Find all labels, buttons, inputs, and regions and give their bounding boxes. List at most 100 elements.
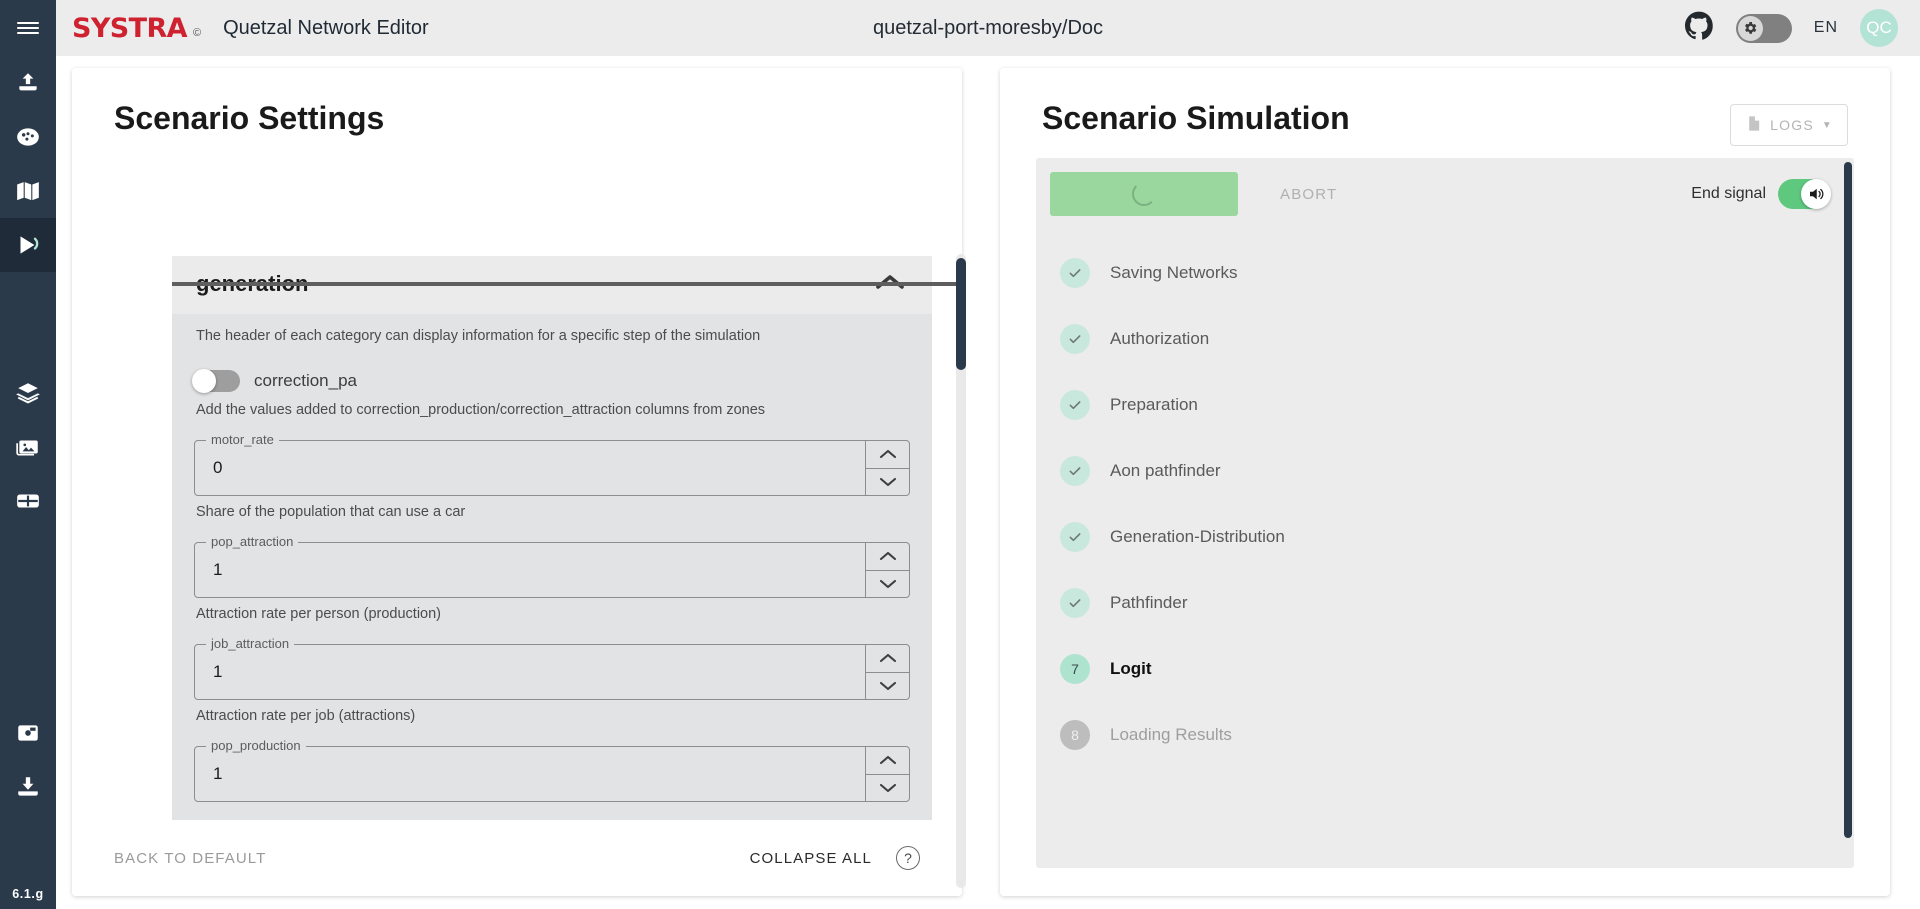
field-block-pop-attraction: pop_attraction 1 Attraction rate per per… [194, 534, 910, 622]
step-row[interactable]: 7 Logit [1060, 636, 1854, 702]
field-value[interactable]: 1 [195, 747, 865, 801]
stepper [865, 645, 909, 699]
sidebar-item-layers[interactable] [0, 366, 56, 420]
hamburger-icon [17, 31, 39, 35]
field-block-motor-rate: motor_rate 0 Share of the population tha… [194, 432, 910, 520]
field-block-job-attraction: job_attraction 1 Attraction rate per job… [194, 636, 910, 724]
sidebar-item-download[interactable] [0, 760, 56, 814]
step-label: Saving Networks [1110, 263, 1238, 282]
section-divider [172, 282, 962, 286]
back-to-default-button[interactable]: BACK TO DEFAULT [114, 850, 266, 867]
header-actions: EN QC [1684, 9, 1898, 47]
settings-scrollbar-thumb[interactable] [956, 258, 966, 370]
correction-pa-toggle[interactable] [192, 369, 240, 393]
field-value[interactable]: 1 [195, 645, 865, 699]
footer-right-actions: COLLAPSE ALL ? [750, 846, 920, 870]
spinner-icon [1132, 182, 1156, 206]
top-header: SYSTRA © Quetzal Network Editor quetzal-… [56, 0, 1920, 56]
menu-button[interactable] [0, 0, 56, 56]
step-row[interactable]: Preparation [1060, 372, 1854, 438]
decrement-button[interactable] [866, 467, 909, 496]
left-sidebar: 6.1.g [0, 0, 56, 909]
step-status-done-icon [1060, 588, 1090, 618]
field-motor-rate[interactable]: motor_rate 0 [194, 432, 910, 496]
end-signal-toggle[interactable] [1778, 179, 1831, 209]
step-label: Authorization [1110, 329, 1210, 348]
step-label: Aon pathfinder [1110, 461, 1221, 480]
save-icon [15, 720, 41, 746]
correction-pa-row: correction_pa [192, 369, 910, 393]
accordion-generation: generation The header of each category c… [172, 254, 932, 824]
logs-button[interactable]: LOGS ▼ [1730, 104, 1848, 146]
end-signal-group: End signal [1691, 179, 1831, 209]
step-index-badge: 7 [1060, 654, 1090, 684]
step-row[interactable]: Aon pathfinder [1060, 438, 1854, 504]
settings-scroll-area[interactable]: generation The header of each category c… [172, 254, 932, 886]
run-icon [13, 230, 43, 260]
step-index-badge: 8 [1060, 720, 1090, 750]
brand-name: SYSTRA [72, 12, 188, 44]
field-job-attraction[interactable]: job_attraction 1 [194, 636, 910, 700]
logs-label: LOGS [1770, 117, 1814, 133]
sidebar-item-tables[interactable] [0, 474, 56, 528]
sidebar-item-styles[interactable] [0, 110, 56, 164]
step-status-done-icon [1060, 522, 1090, 552]
field-value[interactable]: 1 [195, 543, 865, 597]
field-label: job_attraction [206, 636, 295, 651]
step-row[interactable]: Generation-Distribution [1060, 504, 1854, 570]
field-label: motor_rate [206, 432, 279, 447]
sidebar-item-upload[interactable] [0, 56, 56, 110]
increment-button[interactable] [866, 441, 909, 468]
hamburger-icon [17, 26, 39, 30]
help-circle-icon[interactable]: ? [896, 846, 920, 870]
step-label: Preparation [1110, 395, 1198, 414]
scenario-simulation-panel: Scenario Simulation LOGS ▼ ABORT End sig… [1000, 68, 1890, 896]
step-row[interactable]: Pathfinder [1060, 570, 1854, 636]
field-value[interactable]: 0 [195, 441, 865, 495]
app-root: 6.1.g SYSTRA © Quetzal Network Editor qu… [0, 0, 1920, 909]
page-title: Scenario Settings [114, 100, 385, 136]
decrement-button[interactable] [866, 569, 909, 598]
run-button[interactable] [1050, 172, 1238, 216]
step-row[interactable]: 8 Loading Results [1060, 702, 1854, 768]
speaker-on-icon [1801, 179, 1831, 209]
settings-toggle[interactable] [1735, 13, 1792, 43]
language-selector[interactable]: EN [1814, 19, 1838, 37]
field-pop-attraction[interactable]: pop_attraction 1 [194, 534, 910, 598]
stepper [865, 543, 909, 597]
map-icon [15, 178, 41, 204]
increment-button[interactable] [866, 543, 909, 570]
simulation-scrollbar-thumb[interactable] [1844, 162, 1852, 838]
field-label: pop_attraction [206, 534, 299, 549]
field-description: Attraction rate per job (attractions) [196, 708, 416, 724]
increment-button[interactable] [866, 747, 909, 774]
stepper [865, 747, 909, 801]
correction-pa-description: Add the values added to correction_produ… [196, 402, 766, 418]
table-icon [15, 488, 41, 514]
increment-button[interactable] [866, 645, 909, 672]
sidebar-item-save[interactable] [0, 706, 56, 760]
abort-button[interactable]: ABORT [1280, 186, 1337, 203]
step-status-done-icon [1060, 324, 1090, 354]
collapse-all-button[interactable]: COLLAPSE ALL [750, 850, 872, 867]
step-row[interactable]: Authorization [1060, 306, 1854, 372]
sidebar-item-images[interactable] [0, 420, 56, 474]
github-icon[interactable] [1684, 11, 1714, 46]
step-status-done-icon [1060, 456, 1090, 486]
step-row[interactable]: Saving Networks [1060, 240, 1854, 306]
sidebar-item-map[interactable] [0, 164, 56, 218]
sidebar-item-run[interactable] [0, 218, 56, 272]
field-pop-production[interactable]: pop_production 1 [194, 738, 910, 802]
step-label: Loading Results [1110, 725, 1232, 744]
step-status-done-icon [1060, 390, 1090, 420]
decrement-button[interactable] [866, 671, 909, 700]
field-description: Share of the population that can use a c… [196, 504, 466, 520]
avatar[interactable]: QC [1860, 9, 1898, 47]
field-description: Attraction rate per person (production) [196, 606, 442, 622]
field-label: pop_production [206, 738, 306, 753]
step-label: Generation-Distribution [1110, 527, 1285, 546]
gear-icon [1737, 15, 1763, 41]
image-icon [15, 434, 41, 460]
decrement-button[interactable] [866, 773, 909, 802]
simulation-controls: ABORT End signal [1036, 158, 1854, 230]
